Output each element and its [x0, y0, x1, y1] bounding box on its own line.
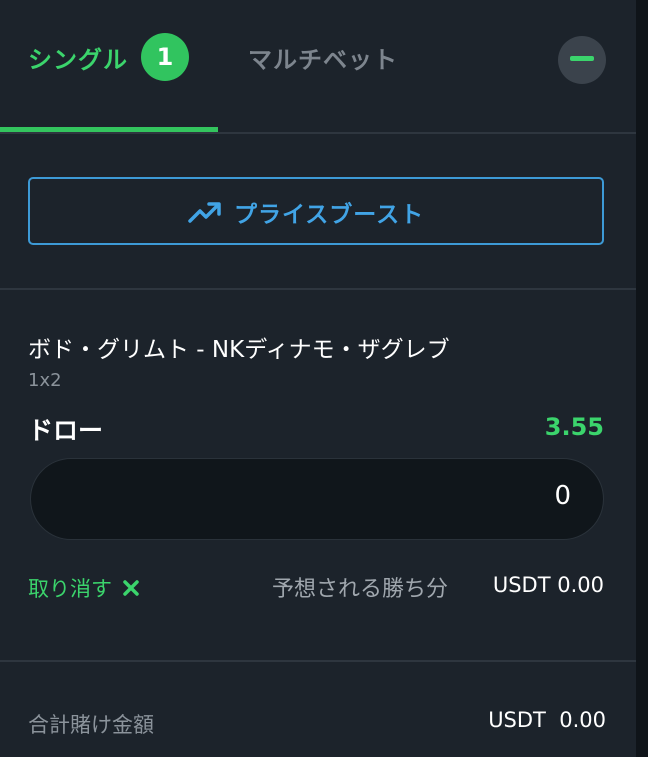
minus-icon	[570, 56, 594, 61]
single-count-badge: 1	[141, 33, 189, 81]
odds-value: 3.55	[544, 413, 604, 441]
stake-value: 0	[554, 481, 571, 511]
potential-win-label: 予想される勝ち分	[272, 577, 449, 602]
divider	[0, 288, 636, 290]
price-boost-label: プライスブースト	[234, 202, 425, 228]
cancel-bet-button[interactable]: 取り消す	[28, 573, 140, 603]
panel-edge	[636, 0, 648, 757]
price-boost-content: プライスブースト	[188, 196, 424, 228]
potential-win-value: USDT 0.00	[492, 573, 604, 597]
betslip-panel: シングル 1 マルチベット プライスブースト ボド・グリムト - NKディナモ・…	[0, 0, 636, 757]
cancel-label: 取り消す	[28, 577, 112, 601]
trending-up-icon	[188, 202, 221, 223]
total-stake-label: 合計賭け金額	[28, 713, 154, 737]
divider	[0, 660, 636, 662]
active-tab-indicator	[0, 127, 218, 132]
total-stake-value: USDT 0.00	[488, 708, 606, 732]
match-name: ボド・グリムト - NKディナモ・ザグレブ	[28, 337, 450, 363]
close-icon	[123, 580, 139, 596]
selection-name: ドロー	[28, 416, 104, 445]
market-name: 1x2	[28, 370, 62, 391]
betslip-tabs: シングル 1 マルチベット	[0, 0, 636, 134]
stake-input[interactable]: 0	[30, 458, 604, 540]
collapse-button[interactable]	[558, 36, 606, 84]
price-boost-button[interactable]: プライスブースト	[28, 177, 604, 245]
tab-multibet[interactable]: マルチベット	[248, 40, 398, 75]
tab-single[interactable]: シングル	[28, 40, 128, 75]
